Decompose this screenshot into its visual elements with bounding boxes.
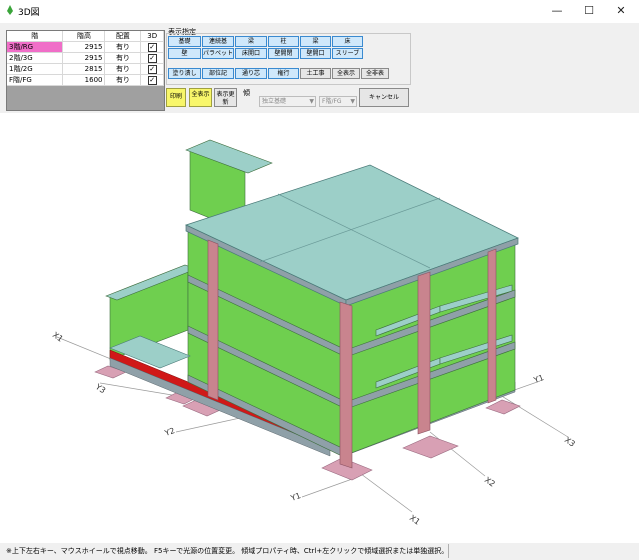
- axis-label-x3: X3: [563, 435, 577, 448]
- window-title: 3D図: [18, 8, 40, 18]
- toggle-wall-openclose[interactable]: 壁開閉: [268, 48, 299, 59]
- toggle-foundation[interactable]: 基礎: [168, 36, 201, 47]
- floor-height[interactable]: 2815: [62, 63, 106, 75]
- header-placement: 配置: [104, 31, 142, 42]
- axis-label-y1-front: Y1: [289, 491, 302, 503]
- close-button[interactable]: ✕: [605, 0, 637, 22]
- minimize-button[interactable]: —: [541, 0, 573, 22]
- app-icon: [7, 5, 13, 15]
- toggle-part-labels[interactable]: 部位記: [202, 68, 234, 79]
- floor-name: F階/FG: [7, 74, 64, 86]
- print-button[interactable]: 印刷: [166, 88, 186, 107]
- toggle-beam-2[interactable]: 梁: [300, 36, 331, 47]
- toggle-parapet[interactable]: パラペット: [202, 48, 234, 59]
- axis-label-x1-left: X1: [51, 330, 65, 343]
- 3d-model-canvas[interactable]: X1 Y3 Y2 Y1 X1 X2 X3 Y1: [6, 113, 633, 543]
- toggle-fill[interactable]: 塗り潰し: [168, 68, 201, 79]
- floor-3d-checkbox[interactable]: ✓: [147, 64, 157, 74]
- header-height: 階高: [62, 31, 106, 42]
- floor-3d-checkbox[interactable]: ✓: [147, 42, 157, 52]
- refresh-button[interactable]: 表示更新: [214, 88, 237, 107]
- axis-label-y2: Y2: [163, 426, 176, 438]
- toggle-floor[interactable]: 床: [332, 36, 363, 47]
- header-floor: 階: [7, 31, 64, 42]
- floor-combo-value: F階/FG: [322, 98, 342, 105]
- element-type-value: 独立基礎: [262, 98, 287, 105]
- floor-row[interactable]: 2階/3G 2915 有り ✓: [7, 52, 164, 64]
- floor-placement[interactable]: 有り: [104, 74, 142, 86]
- toggle-floor-opening[interactable]: 床開口: [235, 48, 267, 59]
- axis-label-x2: X2: [483, 475, 497, 488]
- floor-3d-checkbox[interactable]: ✓: [147, 75, 157, 85]
- show-all-yellow-button[interactable]: 全表示: [189, 88, 212, 107]
- toggle-continuous-footing[interactable]: 連続基: [202, 36, 234, 47]
- floor-name: 1階/2G: [7, 63, 64, 75]
- floor-placement[interactable]: 有り: [104, 52, 142, 64]
- toggle-grid-lines[interactable]: 通り芯: [235, 68, 267, 79]
- show-all-button[interactable]: 全表示: [332, 68, 360, 79]
- floor-table: 階 階高 配置 3D 3階/RG 2915 有り ✓ 2階/3G 2915 有り…: [6, 30, 165, 111]
- toggle-wall-opening[interactable]: 壁開口: [300, 48, 331, 59]
- floor-row[interactable]: 1階/2G 2815 有り ✓: [7, 63, 164, 75]
- toggle-wall[interactable]: 壁: [168, 48, 201, 59]
- floor-placement[interactable]: 有り: [104, 41, 142, 53]
- toggle-column[interactable]: 柱: [268, 36, 299, 47]
- floor-3d-checkbox[interactable]: ✓: [147, 53, 157, 63]
- floor-height[interactable]: 1600: [62, 74, 106, 86]
- hide-all-button[interactable]: 全非表: [361, 68, 389, 79]
- 3d-viewport[interactable]: X1 Y3 Y2 Y1 X1 X2 X3 Y1: [6, 113, 633, 543]
- chevron-down-icon: ▼: [350, 98, 355, 105]
- toggle-earthwork[interactable]: 土工事: [300, 68, 331, 79]
- help-text: ※上下左右キー、マウスホイールで視点移動。 F5キーで光源の位置変更。 傾域プロ…: [6, 547, 449, 555]
- floor-combo[interactable]: F階/FG ▼: [319, 96, 357, 107]
- floor-placement[interactable]: 有り: [104, 63, 142, 75]
- chevron-down-icon: ▼: [309, 98, 314, 105]
- floor-row[interactable]: 3階/RG 2915 有り ✓: [7, 41, 164, 53]
- element-type-combo[interactable]: 独立基礎 ▼: [259, 96, 316, 107]
- status-divider: [448, 544, 449, 558]
- title-bar: 3D図 — ☐ ✕: [0, 0, 639, 22]
- floor-height[interactable]: 2915: [62, 41, 106, 53]
- floor-row[interactable]: F階/FG 1600 有り ✓: [7, 74, 164, 86]
- axis-label-x1-front: X1: [408, 513, 422, 526]
- toggle-sleeve[interactable]: スリーブ: [332, 48, 363, 59]
- direction-label: 傾: [243, 89, 250, 97]
- header-3d: 3D: [140, 31, 164, 42]
- maximize-button[interactable]: ☐: [573, 0, 605, 22]
- floor-table-header: 階 階高 配置 3D: [7, 31, 164, 42]
- status-bar: ※上下左右キー、マウスホイールで視点移動。 F5キーで光源の位置変更。 傾域プロ…: [0, 543, 639, 560]
- floor-name: 3階/RG: [7, 41, 64, 53]
- floor-name: 2階/3G: [7, 52, 64, 64]
- toggle-gyou[interactable]: 権行: [268, 68, 299, 79]
- toggle-beam-1[interactable]: 梁: [235, 36, 267, 47]
- floor-height[interactable]: 2915: [62, 52, 106, 64]
- cancel-button[interactable]: キャンセル: [359, 88, 409, 107]
